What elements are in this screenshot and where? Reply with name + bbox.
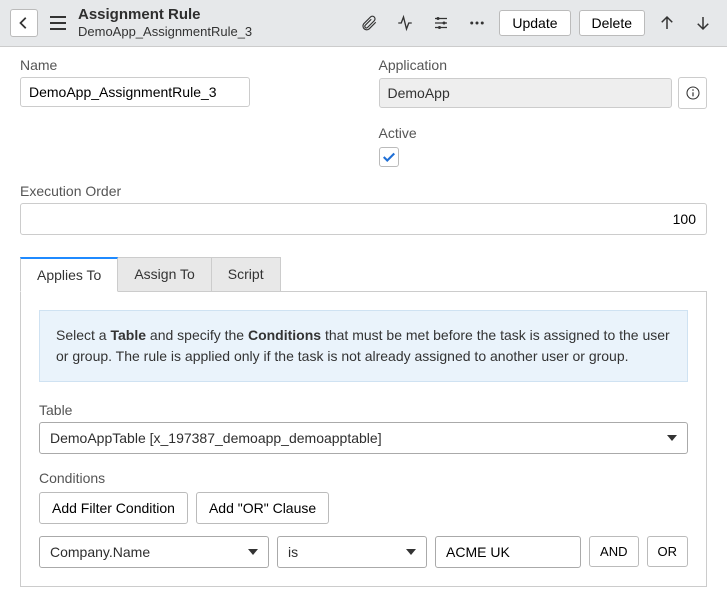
title-block: Assignment Rule DemoApp_AssignmentRule_3 — [78, 6, 252, 40]
caret-down-icon — [667, 435, 677, 441]
application-label: Application — [379, 57, 708, 73]
add-or-clause-button[interactable]: Add "OR" Clause — [196, 492, 329, 524]
arrow-up-icon — [658, 14, 676, 32]
more-actions-button[interactable] — [463, 9, 491, 37]
arrow-down-icon — [694, 14, 712, 32]
condition-and-button[interactable]: AND — [589, 536, 638, 567]
table-select[interactable]: DemoAppTable [x_197387_demoapp_demoappta… — [39, 422, 688, 454]
add-filter-condition-button[interactable]: Add Filter Condition — [39, 492, 188, 524]
page-header: Assignment Rule DemoApp_AssignmentRule_3… — [0, 0, 727, 47]
tab-script[interactable]: Script — [211, 257, 281, 292]
table-label: Table — [39, 402, 688, 418]
conditions-label: Conditions — [39, 470, 688, 486]
active-label: Active — [379, 125, 708, 141]
chevron-left-icon — [17, 16, 31, 30]
checkmark-icon — [382, 150, 396, 164]
applies-to-panel: Select a Table and specify the Condition… — [20, 291, 707, 587]
paperclip-icon — [360, 14, 378, 32]
activity-button[interactable] — [391, 9, 419, 37]
page-title: Assignment Rule — [78, 6, 252, 24]
application-info-button[interactable] — [678, 77, 707, 109]
condition-value-input[interactable] — [435, 536, 581, 568]
condition-row: Company.Name is AND OR — [39, 536, 688, 568]
info-icon — [685, 85, 701, 101]
caret-down-icon — [406, 549, 416, 555]
attachments-button[interactable] — [355, 9, 383, 37]
delete-button[interactable]: Delete — [579, 10, 645, 36]
settings-sliders-button[interactable] — [427, 9, 455, 37]
condition-operator-value: is — [288, 544, 298, 560]
tab-applies-to[interactable]: Applies To — [20, 257, 118, 292]
more-horizontal-icon — [468, 14, 486, 32]
tab-assign-to[interactable]: Assign To — [117, 257, 211, 292]
menu-button[interactable] — [46, 11, 70, 35]
table-select-value: DemoAppTable [x_197387_demoapp_demoappta… — [50, 430, 382, 446]
activity-icon — [396, 14, 414, 32]
info-message: Select a Table and specify the Condition… — [39, 310, 688, 382]
record-subtitle: DemoApp_AssignmentRule_3 — [78, 24, 252, 40]
hamburger-icon — [49, 14, 67, 32]
name-label: Name — [20, 57, 349, 73]
condition-field-select[interactable]: Company.Name — [39, 536, 269, 568]
previous-record-button[interactable] — [653, 9, 681, 37]
condition-operator-select[interactable]: is — [277, 536, 427, 568]
execution-order-input[interactable] — [20, 203, 707, 235]
condition-or-button[interactable]: OR — [647, 536, 689, 567]
name-input[interactable] — [20, 77, 250, 107]
active-checkbox[interactable] — [379, 147, 399, 167]
form-content: Name Application DemoApp Active Executio… — [0, 47, 727, 235]
next-record-button[interactable] — [689, 9, 717, 37]
update-button[interactable]: Update — [499, 10, 570, 36]
condition-field-value: Company.Name — [50, 544, 150, 560]
execution-order-label: Execution Order — [20, 183, 707, 199]
sliders-icon — [432, 14, 450, 32]
caret-down-icon — [248, 549, 258, 555]
back-button[interactable] — [10, 9, 38, 37]
tab-bar: Applies To Assign To Script — [20, 257, 707, 292]
application-value: DemoApp — [379, 78, 673, 108]
